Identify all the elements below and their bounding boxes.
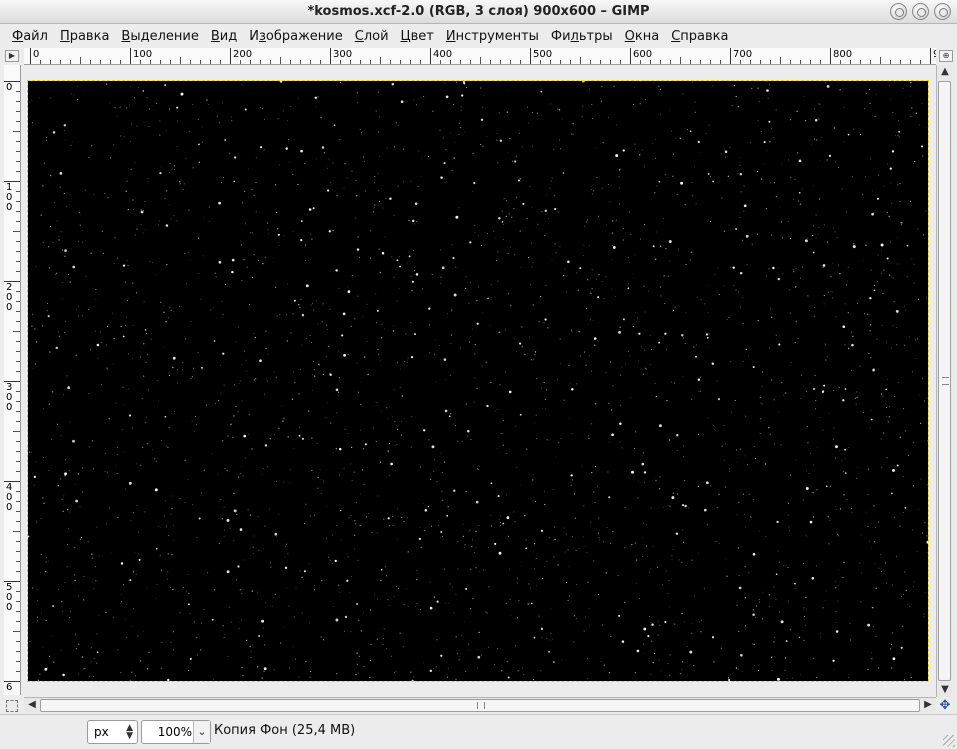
unit-select[interactable]: px ▲ ▼: [87, 720, 138, 744]
menu-item-0[interactable]: Файл: [6, 29, 54, 44]
ruler-h-tick: 200: [230, 48, 252, 64]
scroll-down-icon[interactable]: ▼: [938, 683, 952, 697]
vertical-scrollbar[interactable]: ▲ ▼: [936, 65, 952, 697]
menu-item-7[interactable]: Инструменты: [440, 29, 545, 44]
chevron-down-icon[interactable]: ⌄: [193, 721, 210, 743]
ruler-v-tick: 200: [4, 281, 20, 313]
unit-select-arrows-icon: ▲ ▼: [126, 723, 133, 741]
canvas-area[interactable]: [22, 66, 936, 696]
title-bar: *kosmos.xcf-2.0 (RGB, 3 слоя) 900x600 – …: [0, 0, 957, 24]
ruler-h-tick: 800: [830, 48, 852, 64]
starfield-image: [28, 81, 928, 681]
navigate-icon[interactable]: ✥: [938, 699, 952, 713]
ruler-h-tick: 400: [430, 48, 452, 64]
ruler-h-tick: 100: [130, 48, 152, 64]
menu-item-9[interactable]: Окна: [619, 29, 666, 44]
menu-item-2[interactable]: Выделение: [115, 29, 204, 44]
vertical-ruler[interactable]: 0 100 200 300 400 500 6: [4, 65, 21, 695]
menu-item-1[interactable]: Правка: [54, 29, 115, 44]
menu-item-6[interactable]: Цвет: [395, 29, 440, 44]
zoom-select[interactable]: 100% ⌄: [141, 720, 211, 744]
zoom-value[interactable]: 100%: [142, 725, 194, 739]
horizontal-scrollbar[interactable]: ◀ ▶: [24, 697, 936, 713]
ruler-h-tick: 0: [30, 48, 39, 64]
menu-item-10[interactable]: Справка: [665, 29, 734, 44]
status-bar: px ▲ ▼ 100% ⌄ Копия Фон (25,4 MB): [0, 714, 957, 749]
maximize-button[interactable]: [912, 3, 929, 20]
menu-item-3[interactable]: Вид: [205, 29, 243, 44]
ruler-v-tick: 100: [4, 181, 20, 213]
unit-value: px: [94, 725, 109, 739]
close-button[interactable]: [934, 3, 951, 20]
window-controls: [890, 3, 951, 20]
scroll-right-icon[interactable]: ▶: [921, 698, 935, 712]
image-menu-button[interactable]: ▶: [5, 50, 19, 62]
menu-item-8[interactable]: Фильтры: [545, 29, 619, 44]
ruler-v-tick: 0: [4, 81, 20, 93]
horizontal-ruler[interactable]: 0 100 200 300 400 500 600 700 800 9: [24, 48, 936, 65]
menu-item-5[interactable]: Слой: [349, 29, 395, 44]
quick-mask-toggle-icon[interactable]: [6, 700, 18, 712]
scroll-left-icon[interactable]: ◀: [25, 698, 39, 712]
ruler-v-tick: 6: [4, 681, 20, 693]
horizontal-scroll-thumb[interactable]: [40, 699, 920, 712]
layer-info: Копия Фон (25,4 MB): [214, 723, 356, 738]
menu-bar: Файл Правка Выделение Вид Изображение Слой Цве…: [0, 24, 957, 48]
ruler-v-tick: 400: [4, 481, 20, 513]
vertical-scroll-thumb[interactable]: [938, 81, 951, 681]
menu-item-4[interactable]: Изображение: [243, 29, 349, 44]
minimize-button[interactable]: [890, 3, 907, 20]
ruler-h-tick: 300: [330, 48, 352, 64]
ruler-h-tick: 700: [730, 48, 752, 64]
ruler-v-tick: 500: [4, 581, 20, 613]
image-canvas[interactable]: [27, 80, 929, 682]
ruler-h-tick: 600: [630, 48, 652, 64]
window-title: *kosmos.xcf-2.0 (RGB, 3 слоя) 900x600 – …: [307, 4, 650, 19]
ruler-v-tick: 300: [4, 381, 20, 413]
ruler-h-tick: 500: [530, 48, 552, 64]
ruler-h-tick: 9: [930, 48, 936, 64]
zoom-toggle-icon[interactable]: ⊕: [939, 50, 953, 62]
resize-grip[interactable]: [943, 735, 955, 747]
scroll-up-icon[interactable]: ▲: [938, 65, 952, 79]
